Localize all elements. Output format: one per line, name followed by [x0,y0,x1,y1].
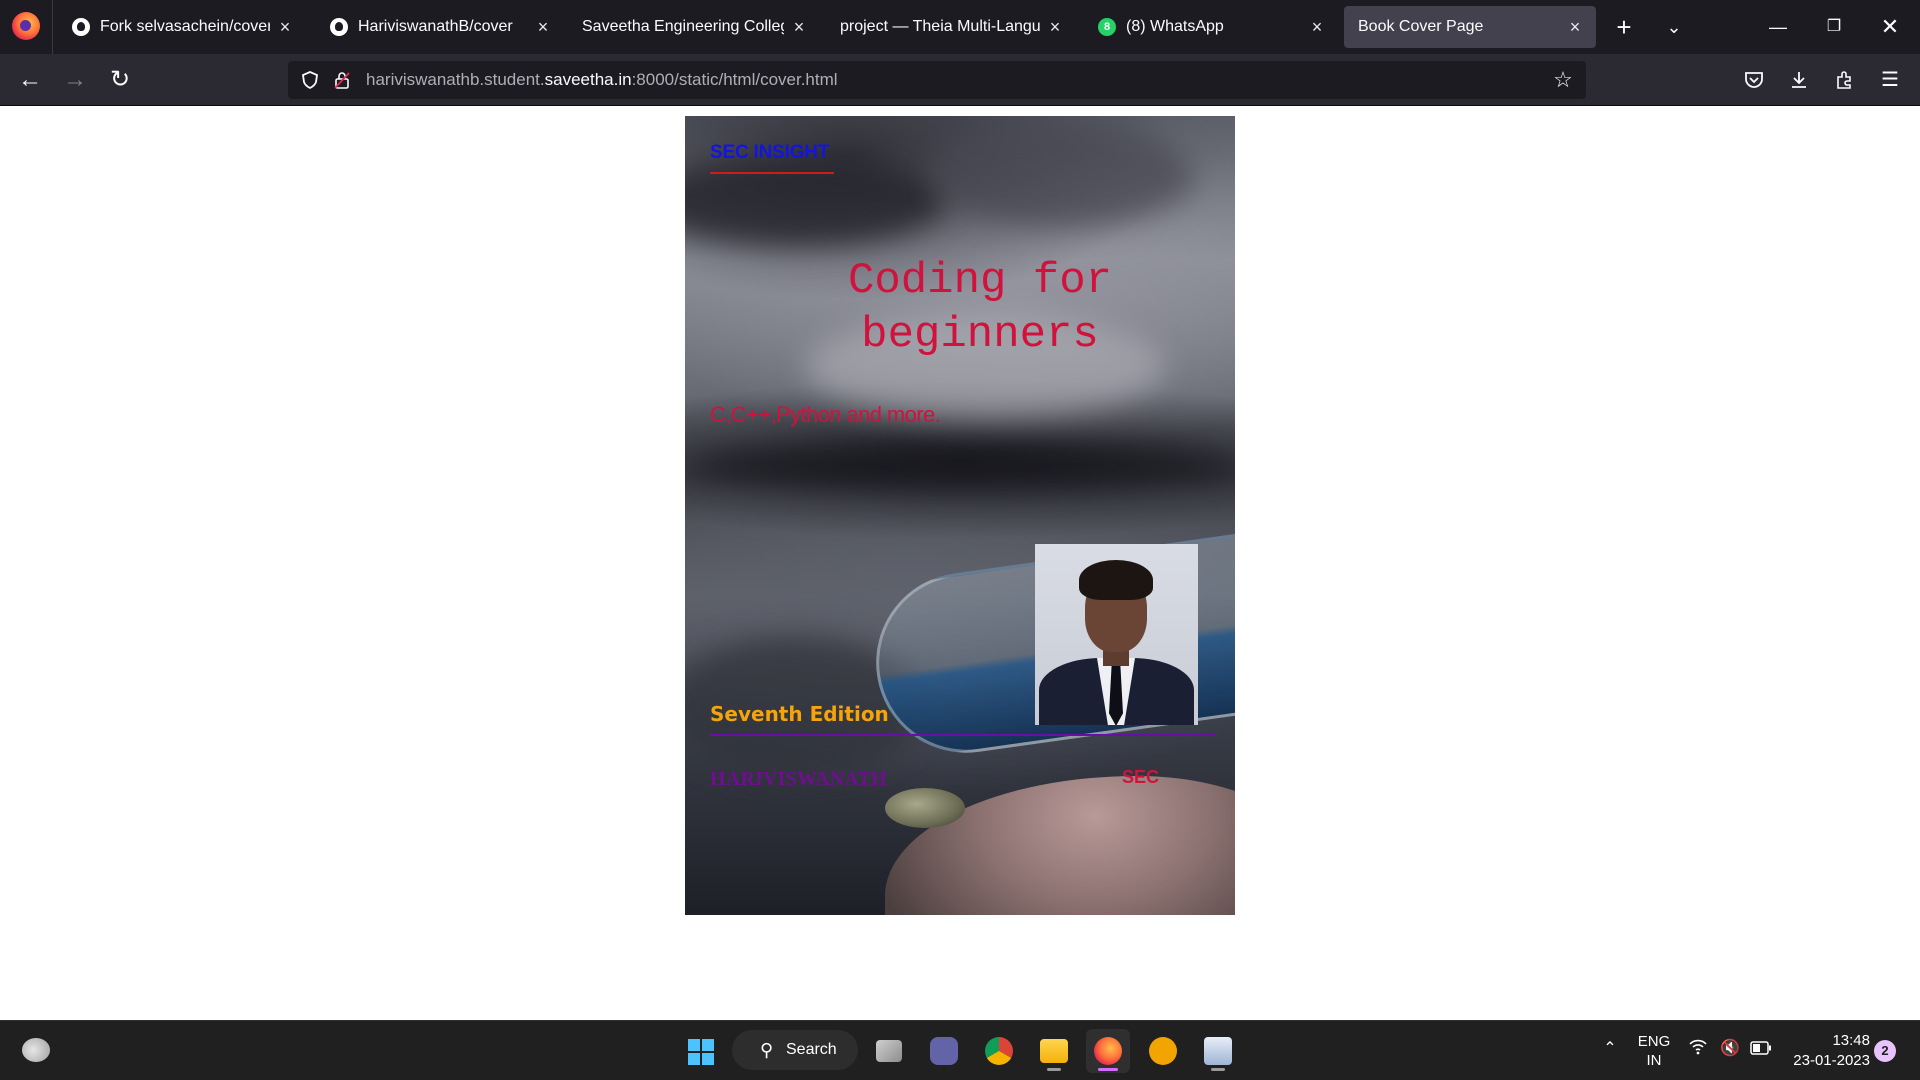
tracking-protection-shield-icon[interactable] [300,70,320,90]
forward-arrow-icon[interactable]: → [57,62,93,98]
github-icon [330,18,348,36]
tab-fork-cover[interactable]: Fork selvasachein/cover × [58,6,306,48]
file-explorer-folder-icon [1040,1039,1068,1063]
tab-hariviswanath-cover[interactable]: HariviswanathB/cover × [316,6,564,48]
input-language-indicator[interactable]: ENG IN [1636,1032,1672,1070]
language-code: ENG [1637,1033,1671,1050]
new-tab-button[interactable]: + [1606,8,1642,46]
file-explorer-taskbar-button[interactable] [1032,1029,1076,1073]
app-installer-taskbar-button[interactable] [1196,1029,1240,1073]
teams-chat-button[interactable] [922,1029,966,1073]
taskbar-search-button[interactable]: ⚲ Search [732,1030,858,1070]
list-all-tabs-chevron-down-icon[interactable]: ⌄ [1656,8,1692,46]
tab-label: (8) WhatsApp [1126,18,1224,35]
tab-label: project — Theia Multi-Language [840,18,1040,35]
author-photo [1035,544,1198,725]
photo-hair-shape [1079,560,1153,600]
tab-saveetha[interactable]: Saveetha Engineering College × [568,6,820,48]
edition-divider [710,734,1215,736]
firefox-icon [1094,1037,1122,1065]
brave-shield-icon [1149,1037,1177,1065]
clock-date: 23-01-2023 [1793,1052,1870,1069]
start-button[interactable] [678,1029,722,1073]
tab-label: Fork selvasachein/cover [100,18,270,35]
wifi-icon[interactable] [1686,1037,1710,1061]
system-clock[interactable]: 13:48 23-01-2023 [1784,1031,1870,1071]
search-icon: ⚲ [760,1040,774,1060]
book-cover: SEC INSIGHT Coding for beginners C,C++,P… [685,116,1235,915]
tab-strip: Fork selvasachein/cover × HariviswanathB… [0,0,1920,54]
minimize-button[interactable]: — [1750,0,1806,54]
tab-label: Book Cover Page [1358,18,1484,35]
tab-theia-project[interactable]: project — Theia Multi-Language × [826,6,1076,48]
volume-muted-icon[interactable]: 🔇 [1718,1037,1742,1061]
windows-logo-icon [688,1039,714,1065]
weather-widget-icon[interactable] [22,1038,50,1062]
extensions-puzzle-icon[interactable] [1827,62,1863,98]
tab-close-icon[interactable]: × [790,6,808,48]
region-code: IN [1646,1052,1662,1069]
url-text[interactable]: hariviswanathb.student.saveetha.in:8000/… [366,61,838,99]
chrome-icon [985,1037,1013,1065]
tab-close-icon[interactable]: × [1046,6,1064,48]
whatsapp-icon: 8 [1098,18,1116,36]
page-viewport: SEC INSIGHT Coding for beginners C,C++,P… [0,107,1920,1020]
address-bar[interactable]: hariviswanathb.student.saveetha.in:8000/… [288,61,1586,99]
task-view-icon [876,1040,902,1062]
notification-count-badge[interactable]: 2 [1874,1040,1896,1062]
book-subtitle: C,C++,Python and more. [710,402,941,427]
active-window-indicator [1098,1068,1118,1071]
windows-taskbar: ⚲ Search ⌃ ENG IN 🔇 13:48 23-01-2023 2 [0,1020,1920,1080]
tab-close-icon[interactable]: × [1308,6,1326,48]
show-hidden-icons-chevron-up-icon[interactable]: ⌃ [1598,1037,1622,1061]
navigation-toolbar: ← → ↻ hariviswanathb.student.saveetha.in… [0,54,1920,106]
insecure-lock-icon[interactable] [332,70,352,90]
tab-whatsapp[interactable]: 8 (8) WhatsApp × [1084,6,1338,48]
firefox-menu-icon[interactable] [12,12,40,40]
app-menu-hamburger-icon[interactable]: ☰ [1872,62,1908,98]
tab-label: Saveetha Engineering College [582,18,784,35]
firefox-taskbar-button[interactable] [1086,1029,1130,1073]
tab-separator [52,0,53,54]
downloads-icon[interactable] [1781,62,1817,98]
tab-book-cover-page[interactable]: Book Cover Page × [1344,6,1596,48]
battery-icon[interactable] [1749,1037,1773,1061]
restore-button[interactable]: ❐ [1806,0,1862,54]
brave-taskbar-button[interactable] [1141,1029,1185,1073]
book-title-line: beginners [861,310,1099,360]
chrome-taskbar-button[interactable] [977,1029,1021,1073]
search-label: Search [786,1041,837,1058]
edition-label: Seventh Edition [710,702,889,726]
tab-label: HariviswanathB/cover [358,18,513,35]
cloud-shape [685,156,945,246]
author-name: HARIVISWANATH [710,768,887,790]
url-domain: saveetha.in [544,70,632,89]
close-window-button[interactable]: ✕ [1862,0,1918,54]
brand-underline [710,172,834,174]
task-view-button[interactable] [868,1029,912,1073]
book-title: Coding for beginners [685,254,1235,362]
bookmark-star-icon[interactable]: ☆ [1548,65,1578,95]
tab-close-icon[interactable]: × [1566,6,1584,48]
url-suffix: :8000/static/html/cover.html [631,70,838,89]
teams-chat-icon [930,1037,958,1065]
tab-close-icon[interactable]: × [534,6,552,48]
mossy-stone-illustration [885,788,965,828]
cloud-shape [685,446,1235,486]
pocket-icon[interactable] [1736,62,1772,98]
reload-icon[interactable]: ↻ [102,62,138,98]
running-indicator [1047,1068,1061,1071]
app-window-icon [1204,1037,1232,1065]
cloud-shape [935,126,1195,226]
brand-label: SEC INSIGHT [710,142,830,163]
back-arrow-icon[interactable]: ← [12,62,48,98]
clock-time: 13:48 [1832,1032,1870,1049]
tab-close-icon[interactable]: × [276,6,294,48]
url-prefix: hariviswanathb.student. [366,70,545,89]
github-icon [72,18,90,36]
publisher-label: SEC [1122,767,1160,787]
running-indicator [1211,1068,1225,1071]
book-title-line: Coding for [847,256,1113,306]
